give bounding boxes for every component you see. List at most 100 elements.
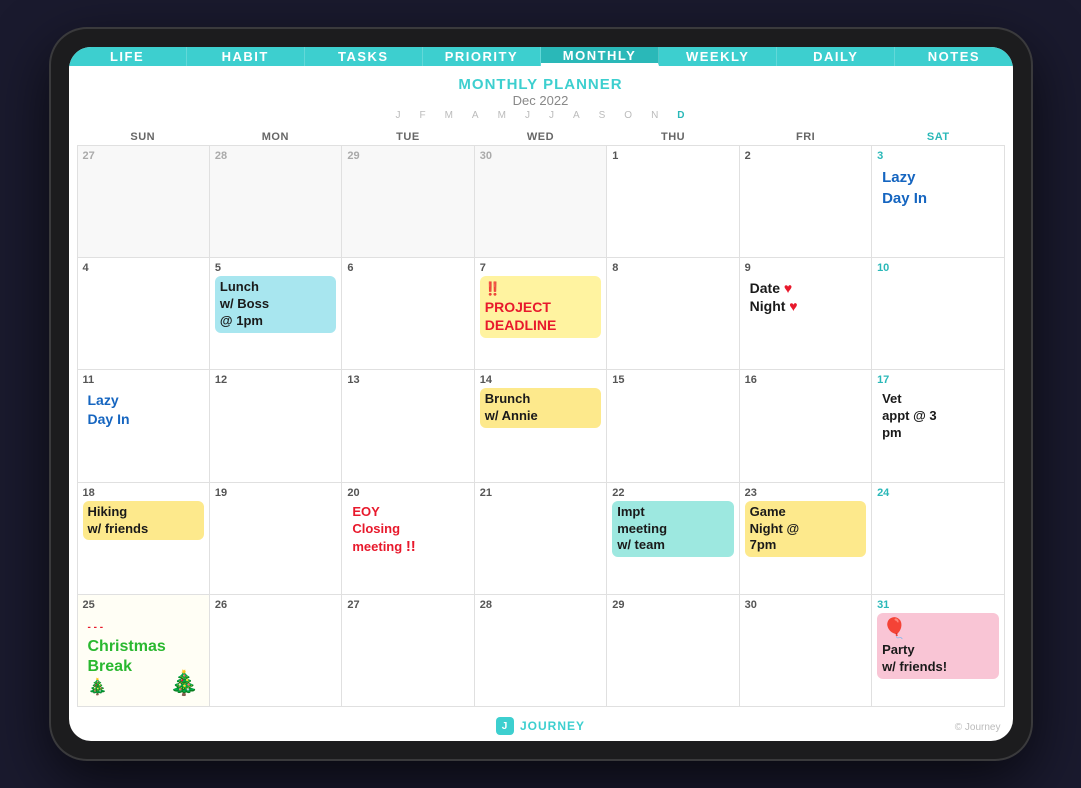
day-14: 14 <box>480 374 601 386</box>
month-a1: A <box>472 110 480 121</box>
tab-monthly[interactable]: MONTHLY <box>541 47 659 66</box>
cell-dec21: 21 <box>475 483 607 595</box>
cell-dec13: 13 <box>342 370 474 482</box>
cell-dec17: 17 Vetappt @ 3pm <box>872 370 1004 482</box>
month-row: J F M A M J J A S O N D <box>69 108 1013 123</box>
day-8: 8 <box>612 262 733 274</box>
device-screen: LIFE HABIT TASKS PRIORITY MONTHLY WEEKLY… <box>69 47 1013 741</box>
event-eoy-closing: EOYClosingmeeting !! <box>347 501 468 560</box>
event-brunch-annie: Brunchw/ Annie <box>480 388 601 428</box>
day-13: 13 <box>347 374 468 386</box>
cell-dec1: 1 <box>607 146 739 258</box>
cell-dec19: 19 <box>210 483 342 595</box>
month-n: N <box>651 110 659 121</box>
month-j1: J <box>395 110 401 121</box>
calendar-grid: 27 28 29 30 1 2 3 Lazy <box>77 145 1005 707</box>
event-date-night: Date ♥Night ♥ <box>745 276 866 318</box>
event-lazy-day-dec11: LazyDay In <box>83 388 204 430</box>
tab-daily[interactable]: DAILY <box>777 47 895 66</box>
day-wed: WED <box>474 131 607 143</box>
cell-nov27: 27 <box>78 146 210 258</box>
calendar-wrapper: SUN MON TUE WED THU FRI SAT 27 28 29 <box>69 127 1013 711</box>
month-m2: M <box>498 110 507 121</box>
cell-dec9: 9 Date ♥Night ♥ <box>740 258 872 370</box>
xmas-tree-1: 🎄 <box>88 679 108 696</box>
footer-app-name: JOURNEY <box>520 719 585 733</box>
day-1: 1 <box>612 150 733 162</box>
planner-header: MONTHLY PLANNER Dec 2022 J F M A M J J A… <box>69 66 1013 127</box>
cell-nov29: 29 <box>342 146 474 258</box>
day-10: 10 <box>877 262 998 274</box>
nav-tabs: LIFE HABIT TASKS PRIORITY MONTHLY WEEKLY… <box>69 47 1013 66</box>
cell-dec6: 6 <box>342 258 474 370</box>
cell-dec26: 26 <box>210 595 342 707</box>
xmas-tree-2: 🎄 <box>169 669 199 698</box>
cell-dec18: 18 Hikingw/ friends <box>78 483 210 595</box>
cell-dec2: 2 <box>740 146 872 258</box>
day-28b: 28 <box>480 599 601 611</box>
event-hiking: Hikingw/ friends <box>83 501 204 541</box>
day-2: 2 <box>745 150 866 162</box>
tab-priority[interactable]: PRIORITY <box>423 47 541 66</box>
day-27: 27 <box>83 150 204 162</box>
cell-dec5: 5 Lunchw/ Boss@ 1pm <box>210 258 342 370</box>
month-j3: J <box>549 110 555 121</box>
event-party-friends: 🎈 Partyw/ friends! <box>877 613 998 679</box>
cell-dec7: 7 ‼️ PROJECTDEADLINE <box>475 258 607 370</box>
cell-dec30: 30 <box>740 595 872 707</box>
event-lazy-day-dec3: LazyDay In <box>877 164 998 212</box>
day-4: 4 <box>83 262 204 274</box>
cell-nov30: 30 <box>475 146 607 258</box>
cell-dec24: 24 <box>872 483 1004 595</box>
cell-nov28: 28 <box>210 146 342 258</box>
device-frame: LIFE HABIT TASKS PRIORITY MONTHLY WEEKLY… <box>51 29 1031 759</box>
footer-copyright: © Journey <box>955 722 1001 733</box>
day-20: 20 <box>347 487 468 499</box>
planner-title: MONTHLY PLANNER <box>69 76 1013 93</box>
month-f: F <box>419 110 426 121</box>
days-header: SUN MON TUE WED THU FRI SAT <box>77 127 1005 145</box>
month-a2: A <box>573 110 581 121</box>
day-28: 28 <box>215 150 336 162</box>
day-29: 29 <box>347 150 468 162</box>
cell-dec8: 8 <box>607 258 739 370</box>
day-22: 22 <box>612 487 733 499</box>
month-s: S <box>599 110 607 121</box>
journey-icon: J <box>496 717 514 735</box>
day-11: 11 <box>83 374 204 386</box>
event-vet-appt: Vetappt @ 3pm <box>877 388 998 445</box>
day-7: 7 <box>480 262 601 274</box>
cell-dec16: 16 <box>740 370 872 482</box>
cell-dec15: 15 <box>607 370 739 482</box>
cell-dec29: 29 <box>607 595 739 707</box>
day-21: 21 <box>480 487 601 499</box>
day-3: 3 <box>877 150 998 162</box>
event-game-night: GameNight @7pm <box>745 501 866 558</box>
cell-dec14: 14 Brunchw/ Annie <box>475 370 607 482</box>
day-23: 23 <box>745 487 866 499</box>
cell-dec12: 12 <box>210 370 342 482</box>
day-6: 6 <box>347 262 468 274</box>
cell-dec27: 27 <box>342 595 474 707</box>
day-31: 31 <box>877 599 998 611</box>
day-9: 9 <box>745 262 866 274</box>
day-tue: TUE <box>342 131 475 143</box>
day-25: 25 <box>83 599 204 611</box>
day-mon: MON <box>209 131 342 143</box>
cell-dec28: 28 <box>475 595 607 707</box>
day-15: 15 <box>612 374 733 386</box>
day-18: 18 <box>83 487 204 499</box>
cell-dec31: 31 🎈 Partyw/ friends! <box>872 595 1004 707</box>
cell-dec20: 20 EOYClosingmeeting !! <box>342 483 474 595</box>
day-30b: 30 <box>745 599 866 611</box>
tab-weekly[interactable]: WEEKLY <box>659 47 777 66</box>
day-26: 26 <box>215 599 336 611</box>
tab-tasks[interactable]: TASKS <box>305 47 423 66</box>
cell-dec23: 23 GameNight @7pm <box>740 483 872 595</box>
tab-habit[interactable]: HABIT <box>187 47 305 66</box>
tab-notes[interactable]: NOTES <box>895 47 1012 66</box>
day-19: 19 <box>215 487 336 499</box>
event-project-deadline: ‼️ PROJECTDEADLINE <box>480 276 601 337</box>
tab-life[interactable]: LIFE <box>69 47 187 66</box>
cell-dec25: 25 - - - ChristmasBreak 🎄 🎄 <box>78 595 210 707</box>
